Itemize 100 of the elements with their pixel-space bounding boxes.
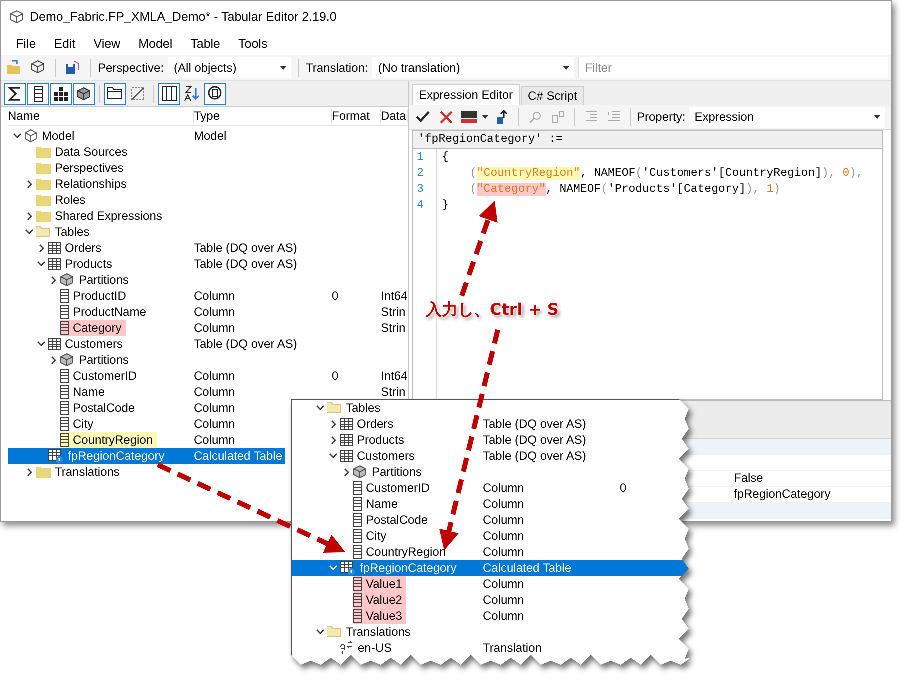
view-toggle-button[interactable] bbox=[158, 82, 180, 104]
property-dropdown[interactable]: Expression bbox=[688, 106, 885, 128]
tree-item-label: City bbox=[73, 417, 94, 431]
view-toggle-button[interactable] bbox=[4, 82, 26, 104]
view-toggle-button[interactable] bbox=[204, 82, 226, 104]
tree-row[interactable]: PostalCode Column bbox=[292, 512, 689, 528]
editor-tab[interactable]: Expression Editor bbox=[412, 84, 520, 105]
tree-row[interactable]: Products Table (DQ over AS) bbox=[292, 432, 689, 448]
tree-row[interactable]: Data Sources bbox=[8, 144, 196, 160]
tree-row[interactable]: fpRegionCategory Calculated Table bbox=[8, 448, 285, 464]
perspective-dropdown[interactable]: (All objects) bbox=[168, 57, 292, 78]
columns-icon bbox=[162, 86, 176, 101]
tree-row[interactable]: Model Model bbox=[8, 128, 229, 144]
tree-row[interactable]: Orders Table (DQ over AS) bbox=[292, 416, 689, 432]
column-icon bbox=[353, 481, 362, 495]
type-cell: Table (DQ over AS) bbox=[483, 449, 586, 463]
tree-item-label: Orders bbox=[65, 241, 102, 255]
column-header[interactable]: Data bbox=[381, 109, 408, 123]
filter-field[interactable]: Filter bbox=[578, 57, 888, 78]
menu-item[interactable]: Edit bbox=[45, 35, 85, 53]
type-cell: Column bbox=[194, 369, 236, 383]
tree-row[interactable]: Relationships bbox=[8, 176, 196, 192]
format-cell: 0 bbox=[332, 289, 339, 303]
tree-item-label: Products bbox=[357, 433, 404, 447]
view-toggle-button[interactable] bbox=[50, 82, 72, 104]
tree-row[interactable]: Products Table (DQ over AS) bbox=[8, 256, 300, 272]
tree-item-label: Partitions bbox=[79, 273, 130, 287]
cube-icon bbox=[24, 129, 38, 143]
menu-item[interactable]: File bbox=[7, 35, 46, 53]
column-icon bbox=[60, 433, 69, 447]
dropdown-caret-icon bbox=[563, 66, 570, 70]
data-type-cell: Int64 bbox=[381, 289, 408, 303]
tree-row[interactable]: CountryRegion Column bbox=[292, 544, 689, 560]
tree-row[interactable]: Shared Expressions bbox=[8, 208, 196, 224]
data-type-cell: Int64 bbox=[381, 369, 408, 383]
column-icon bbox=[353, 577, 362, 591]
tree-row[interactable]: PostalCode Column bbox=[8, 400, 238, 416]
tree-row[interactable]: CustomerID Column 0 bbox=[292, 480, 689, 496]
sort-az-icon bbox=[184, 86, 200, 102]
tree-row[interactable]: ProductName Column Strin bbox=[8, 304, 408, 320]
column-header[interactable]: Format bbox=[332, 109, 381, 123]
tree-row[interactable]: Name Column Strin bbox=[8, 384, 408, 400]
tree-row[interactable]: fpRegionCategory Calculated Table bbox=[292, 560, 689, 576]
tree-row[interactable]: Roles bbox=[8, 192, 196, 208]
tree-row[interactable]: City Column bbox=[292, 528, 689, 544]
tree-row[interactable]: Partitions bbox=[292, 464, 689, 480]
tree-row[interactable]: Partitions bbox=[8, 352, 196, 368]
tree-row[interactable]: Translations bbox=[8, 464, 196, 480]
type-cell: Column bbox=[194, 321, 236, 335]
tree-item-label: CustomerID bbox=[366, 481, 430, 495]
translation-label: Translation: bbox=[306, 60, 368, 74]
tree-row[interactable]: Value1 Column bbox=[292, 576, 689, 592]
tree-item-label: CountryRegion bbox=[366, 545, 446, 559]
window-title: Demo_Fabric.FP_XMLA_Demo* - Tabular Editor 2.19.0 bbox=[30, 10, 337, 24]
column-header[interactable]: Type bbox=[194, 109, 332, 123]
tree-row[interactable]: CountryRegion Column bbox=[8, 432, 238, 448]
column-icon bbox=[353, 593, 362, 607]
tree-item-label: en-US bbox=[358, 641, 392, 655]
line-number: 2 bbox=[416, 166, 425, 182]
type-cell: Column bbox=[483, 497, 524, 511]
tree-row[interactable]: Category Column Strin bbox=[8, 320, 408, 336]
tree-row[interactable]: Tables bbox=[8, 224, 196, 240]
data-type-cell: Strin bbox=[381, 321, 406, 335]
tree-row[interactable]: Value2 Column bbox=[292, 592, 689, 608]
tree-row[interactable]: Orders Table (DQ over AS) bbox=[8, 240, 300, 256]
menu-item[interactable]: Table bbox=[182, 35, 230, 53]
column-icon bbox=[353, 497, 362, 511]
tree-row[interactable]: Partitions bbox=[8, 272, 196, 288]
tree-row[interactable]: ProductID Column 0 Int64 bbox=[8, 288, 410, 304]
tree-item-label: Partitions bbox=[372, 465, 422, 479]
tree-row[interactable]: City Column bbox=[8, 416, 238, 432]
tree-row[interactable]: Tables bbox=[292, 400, 689, 416]
view-toggle-button[interactable] bbox=[27, 82, 49, 104]
tree-row[interactable]: Perspectives bbox=[8, 160, 196, 176]
tree-item-label: Data Sources bbox=[55, 145, 128, 159]
folder-icon bbox=[36, 162, 51, 174]
view-toggle-button[interactable] bbox=[73, 82, 95, 104]
tree-row[interactable]: en-US Translation bbox=[292, 640, 689, 656]
translation-dropdown[interactable]: (No translation) bbox=[372, 57, 574, 78]
tree-row[interactable]: Value3 Column bbox=[292, 608, 689, 624]
app-logo-icon bbox=[10, 10, 24, 24]
menu-item[interactable]: View bbox=[84, 35, 130, 53]
column-header[interactable]: Name bbox=[8, 109, 194, 123]
tree-row[interactable]: Translations bbox=[292, 624, 689, 640]
menu-item[interactable]: Tools bbox=[230, 35, 277, 53]
type-cell: Translation bbox=[483, 641, 542, 655]
tree-row[interactable]: CustomerID Column 0 Int64 bbox=[8, 368, 410, 384]
cube-icon bbox=[76, 86, 92, 100]
tree-row[interactable]: Customers Table (DQ over AS) bbox=[8, 336, 300, 352]
view-toggle-button[interactable] bbox=[104, 82, 126, 104]
column-icon bbox=[60, 417, 69, 431]
editor-tab[interactable]: C# Script bbox=[521, 86, 584, 105]
menu-item[interactable]: Model bbox=[130, 35, 182, 53]
type-cell: Column bbox=[194, 289, 236, 303]
tree-item-label: CountryRegion bbox=[73, 433, 154, 447]
cubes-icon bbox=[60, 353, 75, 367]
tree-row[interactable]: Customers Table (DQ over AS) bbox=[292, 448, 689, 464]
translation-icon bbox=[340, 641, 354, 655]
tree-row[interactable]: Name Column bbox=[292, 496, 689, 512]
tree-item-label: Value2 bbox=[366, 593, 402, 607]
